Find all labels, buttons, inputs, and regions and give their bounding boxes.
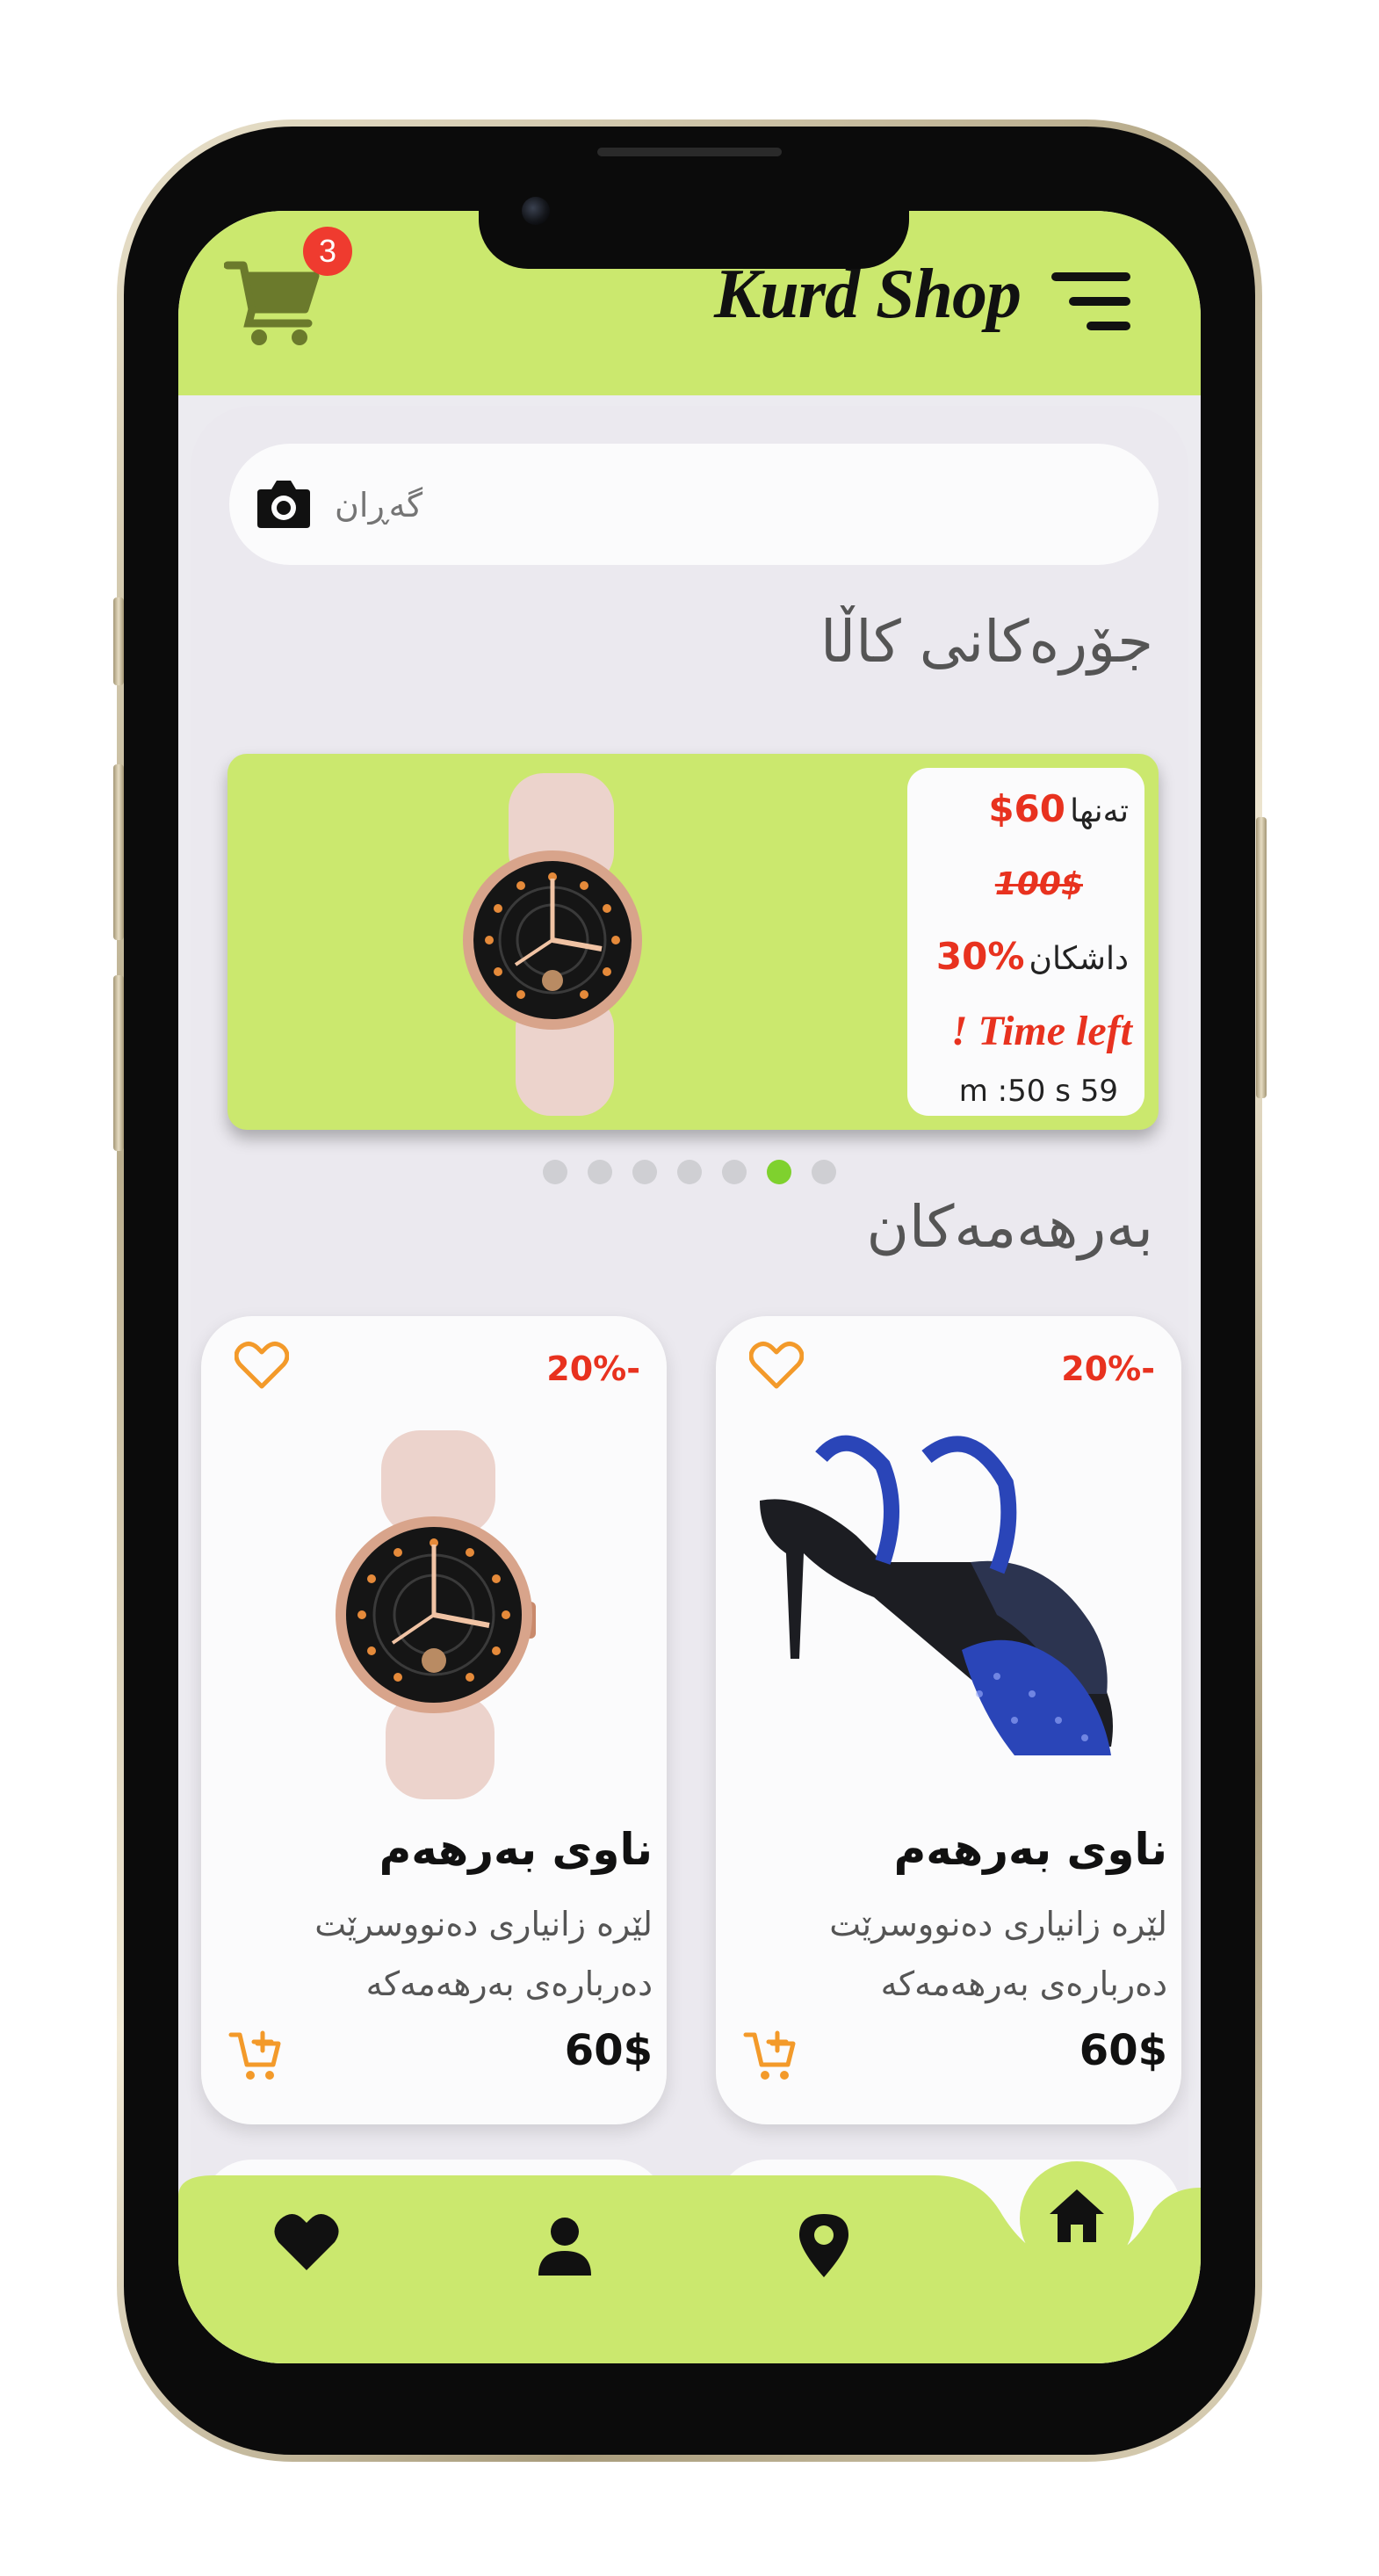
product-price: 60$ [1079,2026,1167,2075]
power-button [1256,817,1267,1098]
discount-label: 20%- [546,1350,640,1388]
carousel-dot[interactable] [812,1160,837,1184]
app-screen: 3 Kurd Shop جۆرەکانی کاڵا [178,211,1201,2363]
carousel-dot-active[interactable] [767,1160,792,1184]
user-icon[interactable] [530,2212,600,2283]
search-input[interactable] [335,470,862,540]
location-pin-icon[interactable] [789,2209,859,2279]
price-card: $60 تەنها 100$ 30% داشکان ! Time left m … [907,768,1144,1116]
home-icon [1050,2189,1104,2242]
carousel-dot[interactable] [722,1160,747,1184]
front-camera [522,197,550,225]
carousel-dot[interactable] [542,1160,567,1184]
old-price: 100$ [994,866,1083,902]
smartwatch-image [336,1430,536,1799]
only-label: تەنها [1070,793,1129,829]
cart-count-badge: 3 [303,227,352,276]
carousel-dots [178,1160,1201,1188]
product-card[interactable]: 20%- ناوی بەرهەم لێرە زانیاری دەنووسرێت … [716,1316,1181,2124]
heart-outline-icon[interactable] [749,1341,804,1390]
carousel-dot[interactable] [677,1160,702,1184]
smartwatch-image [463,773,642,1116]
discount-value: 30% [935,935,1025,978]
promo-banner[interactable]: $60 تەنها 100$ 30% داشکان ! Time left m … [227,754,1159,1130]
earpiece-speaker [597,148,782,156]
product-name: ناوی بەرهەم [893,1824,1167,1875]
home-button[interactable] [1020,2161,1134,2276]
volume-up-button [113,764,124,940]
categories-title: جۆرەکانی کاڵا [820,608,1153,676]
product-name: ناوی بەرهەم [379,1824,653,1875]
shopping-cart-icon [223,261,320,345]
carousel-dot[interactable] [587,1160,612,1184]
product-description: لێرە زانیاری دەنووسرێت دەربارەی بەرهەمەک… [314,1905,653,2003]
high-heel-sandal-image [760,1435,1113,1755]
product-description: لێرە زانیاری دەنووسرێت دەربارەی بەرهەمەک… [829,1905,1167,2003]
heart-outline-icon[interactable] [235,1341,289,1390]
add-to-cart-icon[interactable] [227,2028,284,2084]
only-price-row: $60 تەنها [988,787,1129,830]
timer-row: m :50 s 59 [959,1074,1118,1109]
carousel-dot[interactable] [632,1160,657,1184]
old-price-row: 100$ [995,866,1083,902]
menu-icon[interactable] [1051,271,1130,332]
phone-mockup: 3 Kurd Shop جۆرەکانی کاڵا [0,0,1379,2576]
time-left-label: ! Time left [950,1008,1132,1054]
search-bar[interactable] [229,444,1159,565]
add-to-cart-icon[interactable] [742,2028,798,2084]
discount-label: داشکان [1029,941,1129,977]
product-price: 60$ [564,2026,653,2075]
discount-label: 20%- [1061,1350,1155,1388]
cart-button[interactable] [223,253,321,350]
heart-icon[interactable] [271,2207,342,2277]
products-title: بەرهەمەکان [866,1193,1153,1261]
new-price: $60 [988,787,1065,830]
discount-row: 30% داشکان [936,935,1129,978]
countdown-timer: m :50 s 59 [958,1074,1118,1109]
product-card[interactable]: 20%- ناوی بەرهەم لێرە زانیاری دەنووسرێت … [201,1316,667,2124]
mute-switch [113,597,124,685]
camera-icon[interactable] [256,477,312,530]
time-left-row: ! Time left [951,1007,1132,1055]
volume-down-button [113,975,124,1151]
